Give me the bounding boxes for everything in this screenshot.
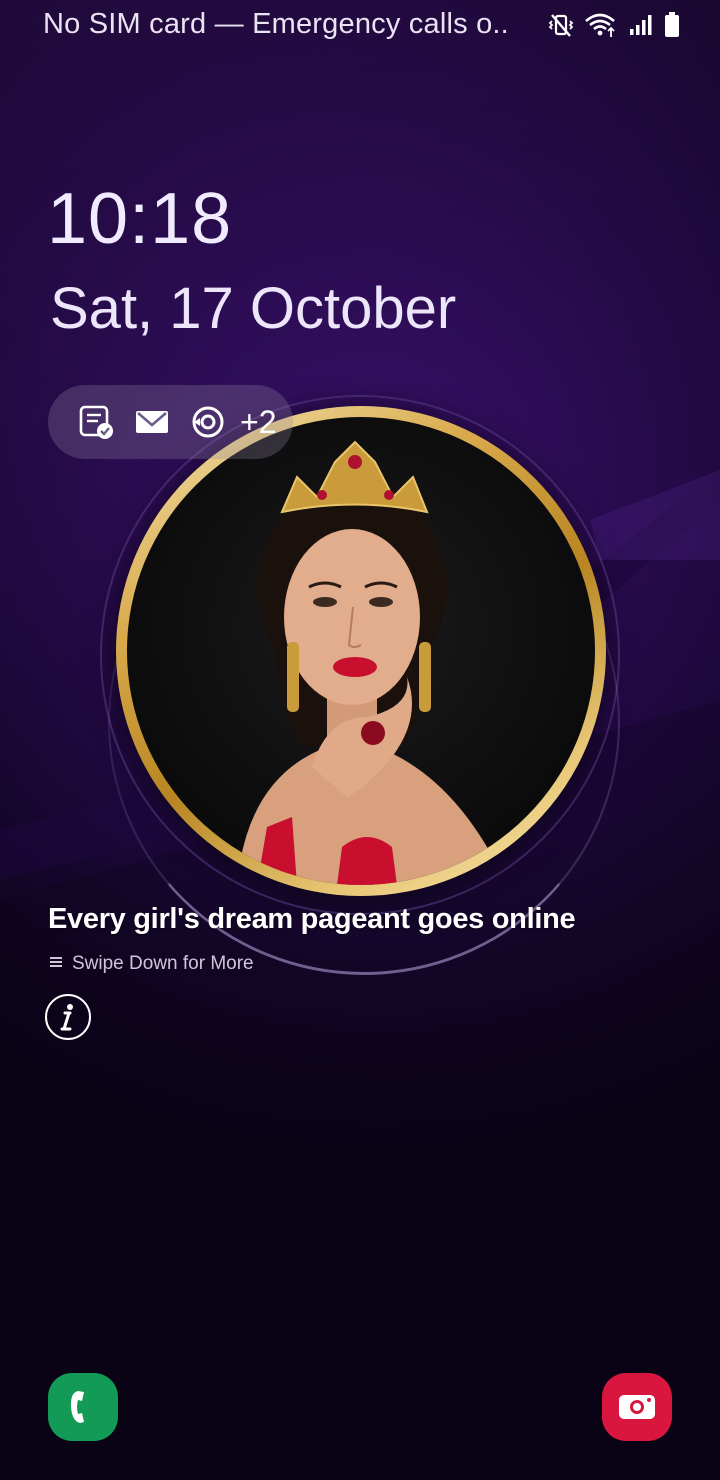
story-image [127, 417, 595, 885]
phone-icon [70, 1391, 84, 1423]
info-icon [60, 1004, 73, 1031]
mail-icon [132, 402, 172, 442]
story-headline[interactable]: Every girl's dream pageant goes online [48, 903, 576, 936]
story-image-frame[interactable] [116, 406, 606, 896]
camera-shortcut-button[interactable] [602, 1373, 672, 1441]
sync-app-icon [188, 402, 228, 442]
swipe-hint-row: Swipe Down for More [50, 951, 254, 977]
battery-icon [664, 12, 680, 38]
list-lines-icon [50, 955, 62, 974]
phone-shortcut-button[interactable] [48, 1373, 118, 1441]
notification-icons-pill[interactable]: +2 [48, 385, 293, 459]
info-button[interactable] [45, 994, 91, 1040]
carrier-status-text: No SIM card — Emergency calls o.. [43, 8, 509, 40]
status-icons [548, 10, 680, 40]
portrait-illustration [237, 440, 507, 885]
more-notifications-count: +2 [240, 403, 277, 440]
vibrate-mute-icon [548, 12, 574, 38]
notes-check-icon [76, 402, 116, 442]
camera-icon [619, 1395, 655, 1419]
swipe-hint-text: Swipe Down for More [72, 953, 254, 974]
status-bar[interactable]: No SIM card — Emergency calls o.. [0, 0, 720, 50]
lockscreen-clock: 10:18 [47, 179, 233, 259]
signal-icon [628, 13, 654, 37]
lockscreen-date: Sat, 17 October [50, 276, 457, 341]
wifi-icon [584, 12, 618, 38]
